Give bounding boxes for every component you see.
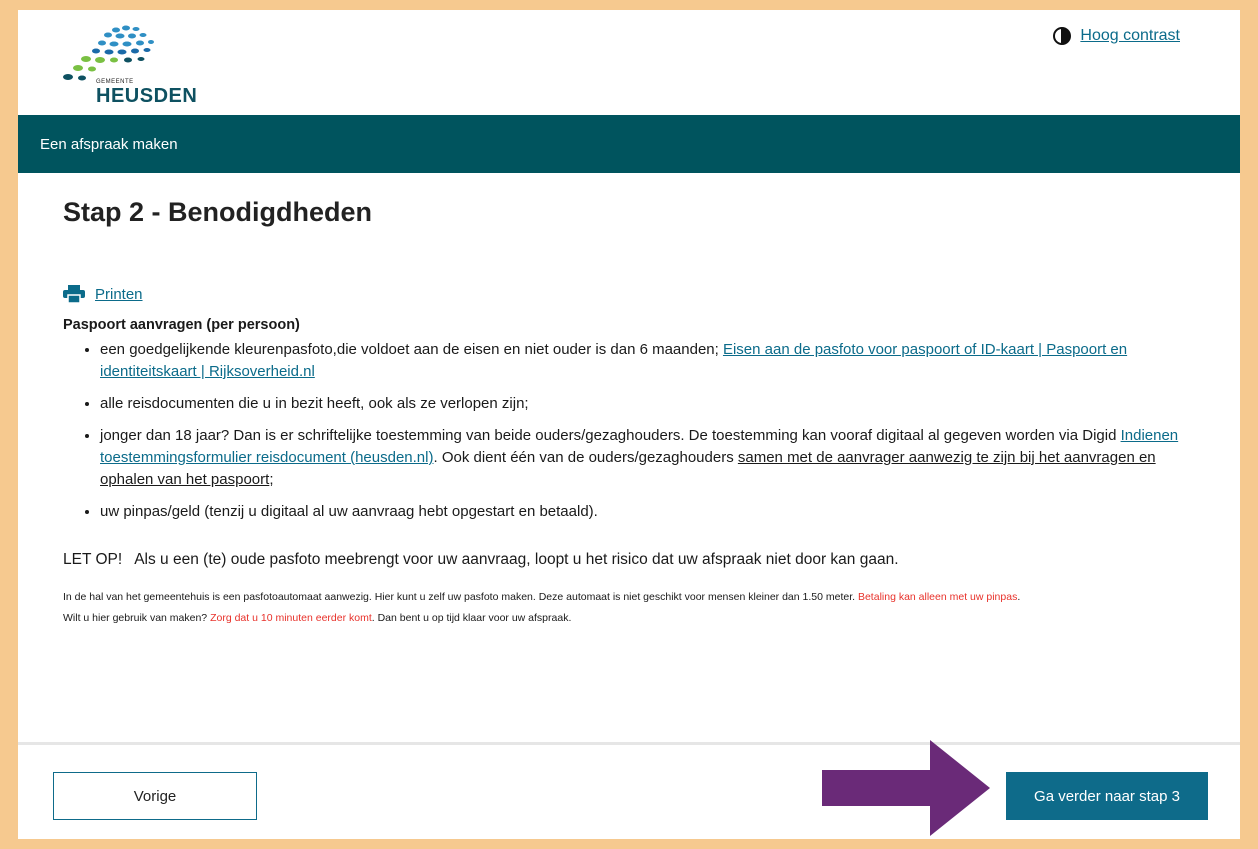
list-item: alle reisdocumenten die u in bezit heeft… — [100, 393, 1195, 415]
requirements-list: een goedgelijkende kleurenpasfoto,die vo… — [63, 339, 1195, 523]
info-text-part: . Dan bent u op tijd klaar voor uw afspr… — [371, 612, 572, 624]
contrast-icon — [1053, 27, 1072, 45]
section-title: Paspoort aanvragen (per persoon) — [63, 317, 300, 333]
logo-title: HEUSDEN — [96, 85, 198, 107]
header: GEMEENTE HEUSDEN Hoog contrast — [18, 10, 1240, 115]
info-text: In de hal van het gemeentehuis is een pa… — [63, 587, 1195, 629]
printer-icon — [63, 285, 85, 303]
page: GEMEENTE HEUSDEN Hoog contrast Een afspr… — [18, 10, 1240, 839]
info-text-part: In de hal van het gemeentehuis is een pa… — [63, 591, 858, 603]
item-text: uw pinpas/geld (tenzij u digitaal al uw … — [100, 503, 598, 520]
warning-text: LET OP! Als u een (te) oude pasfoto meeb… — [63, 551, 899, 568]
info-paragraph-1: In de hal van het gemeentehuis is een pa… — [63, 587, 1195, 608]
item-text: jonger dan 18 jaar? Dan is er schrifteli… — [100, 427, 1121, 444]
item-text: alle reisdocumenten die u in bezit heeft… — [100, 395, 529, 412]
previous-button[interactable]: Vorige — [53, 772, 257, 820]
list-item: een goedgelijkende kleurenpasfoto,die vo… — [100, 339, 1195, 383]
info-highlight: Zorg dat u 10 minuten eerder komt — [210, 612, 372, 624]
nav-bar: Een afspraak maken — [18, 115, 1240, 173]
print-action[interactable]: Printen — [63, 285, 1195, 303]
print-link[interactable]: Printen — [95, 286, 143, 303]
high-contrast-toggle[interactable]: Hoog contrast — [1052, 26, 1180, 46]
page-title: Stap 2 - Benodigdheden — [63, 197, 373, 227]
item-text: ; — [269, 471, 274, 488]
high-contrast-link[interactable]: Hoog contrast — [1080, 27, 1180, 45]
info-highlight: Betaling kan alleen met uw pinpas — [857, 591, 1018, 603]
info-paragraph-2: Wilt u hier gebruik van maken? Zorg dat … — [63, 608, 1195, 629]
list-item: jonger dan 18 jaar? Dan is er schrifteli… — [100, 425, 1195, 491]
main-content: Stap 2 - Benodigdheden Printen Paspoort … — [18, 197, 1240, 629]
nav-title: Een afspraak maken — [40, 135, 178, 153]
arrow-annotation-icon — [822, 740, 990, 836]
info-text-part: . — [1017, 591, 1021, 603]
next-step-button[interactable]: Ga verder naar stap 3 — [1006, 772, 1208, 820]
item-text: een goedgelijkende kleurenpasfoto,die vo… — [100, 341, 723, 358]
list-item: uw pinpas/geld (tenzij u digitaal al uw … — [100, 501, 1195, 523]
footer-bar: Vorige Ga verder naar stap 3 — [18, 742, 1240, 839]
item-text: . Ook dient één van de ouders/gezaghoude… — [433, 449, 738, 466]
logo-dots-icon — [63, 25, 154, 81]
info-text-part: Wilt u hier gebruik van maken? — [63, 612, 211, 624]
heusden-logo[interactable]: GEMEENTE HEUSDEN — [58, 22, 208, 107]
